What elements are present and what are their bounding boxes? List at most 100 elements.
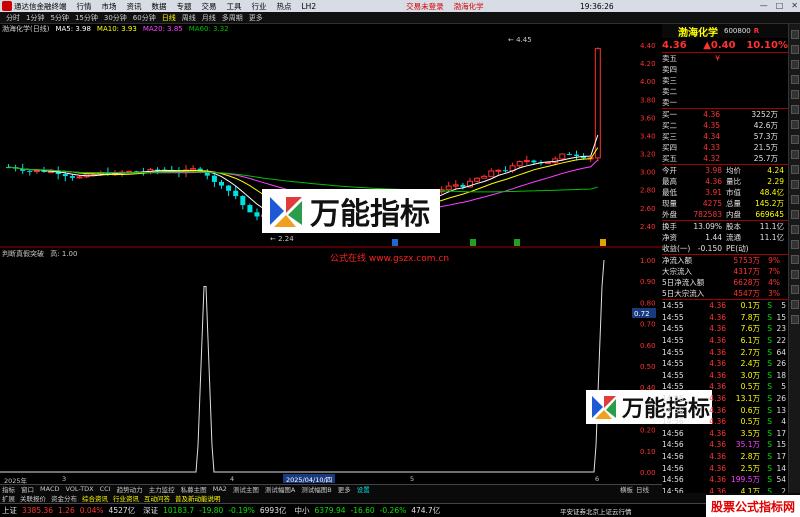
period-intraday[interactable]: 分时 <box>6 13 20 23</box>
menu-topics[interactable]: 专题 <box>177 1 192 12</box>
menu-quotes[interactable]: 行情 <box>77 1 92 12</box>
tick-row: 14:56 4.36 199.5万 S 54 <box>662 474 788 486</box>
side-tool-icon[interactable] <box>790 225 799 234</box>
period-more[interactable]: 更多 <box>249 13 263 23</box>
menu-industry[interactable]: 行业 <box>252 1 267 12</box>
minimize-icon[interactable]: — <box>760 1 768 10</box>
side-tool-icon[interactable] <box>790 75 799 84</box>
tick-count: 18 <box>776 370 786 380</box>
side-tool-icon[interactable] <box>790 255 799 264</box>
bid-price: 4.34 <box>703 132 720 141</box>
tick-price: 4.36 <box>709 336 726 346</box>
menu-market[interactable]: 市场 <box>102 1 117 12</box>
ask-row[interactable]: 卖四 <box>662 64 788 75</box>
stat-label: 市值 <box>726 188 741 197</box>
candle-body <box>495 169 502 172</box>
bid-row[interactable]: 买一 4.36 3252万 <box>662 109 788 120</box>
info-tab[interactable]: 资金分布 <box>51 493 77 503</box>
login-status[interactable]: 交易未登录 <box>406 1 444 12</box>
indicator-tab[interactable]: CCI <box>100 485 111 493</box>
bid-row[interactable]: 买四 4.33 21.5万 <box>662 142 788 153</box>
side-tool-icon[interactable] <box>790 120 799 129</box>
sh-index-pct: 0.04% <box>79 506 104 515</box>
tick-list[interactable]: 14:55 4.36 0.1万 S 5 14:55 4.36 7.8万 S 15 14:55 4.36… <box>662 299 788 517</box>
info-tab[interactable]: 行业资讯 <box>113 493 139 503</box>
zx-index-label[interactable]: 中小 <box>294 505 309 516</box>
info-tab[interactable]: 普及新动能说明 <box>175 493 221 503</box>
bid-row[interactable]: 买五 4.32 25.7万 <box>662 153 788 164</box>
ask-row[interactable]: 卖一 <box>662 97 788 108</box>
indicator-tab[interactable]: MACD <box>40 485 59 493</box>
stats2-row: 换手 13.09% 股本 11.1亿 <box>662 221 788 232</box>
ask-row[interactable]: 卖五 ¥ <box>662 53 788 64</box>
stat-value: 4275 <box>702 199 722 208</box>
info-tab[interactable]: 扩展 <box>2 493 15 503</box>
side-tool-icon[interactable] <box>790 195 799 204</box>
bid-label: 买一 <box>662 110 677 119</box>
tick-row: 14:55 4.36 0.5万 S 5 <box>662 381 788 393</box>
tick-count: 26 <box>776 359 786 369</box>
period-30min[interactable]: 30分钟 <box>104 13 127 23</box>
indicator-tab[interactable]: VOL-TDX <box>65 485 93 493</box>
period-5min[interactable]: 5分钟 <box>50 13 68 23</box>
close-icon[interactable]: ✕ <box>791 1 798 10</box>
side-tool-icon[interactable] <box>790 135 799 144</box>
tick-volume: 2.8万 <box>740 452 760 462</box>
indicator-tab[interactable]: MA2 <box>213 485 227 493</box>
period-daily[interactable]: 日线 <box>162 13 176 23</box>
side-tool-icon[interactable] <box>790 210 799 219</box>
event-markers <box>392 239 606 246</box>
ask-row[interactable]: 卖三 <box>662 75 788 86</box>
side-tool-icon[interactable] <box>790 300 799 309</box>
info-tab[interactable]: 关联报价 <box>20 493 46 503</box>
period-multi[interactable]: 多周期 <box>222 13 243 23</box>
side-tool-icon[interactable] <box>790 285 799 294</box>
flow-box: 净流入额 5753万 9% 大宗流入 4317万 7% 5日净流入额 6628万 4% 5日大宗流… <box>662 254 788 299</box>
side-tool-icon[interactable] <box>790 180 799 189</box>
period-1min[interactable]: 1分钟 <box>26 13 44 23</box>
menu-trade[interactable]: 交易 <box>202 1 217 12</box>
bid-row[interactable]: 买二 4.35 42.6万 <box>662 120 788 131</box>
event-marker <box>514 239 520 246</box>
indicator-tick: 0.20 <box>640 427 656 435</box>
side-tool-icon[interactable] <box>790 240 799 249</box>
period-monthly[interactable]: 月线 <box>202 13 216 23</box>
period-15min[interactable]: 15分钟 <box>75 13 98 23</box>
ask-label: 卖一 <box>662 98 677 107</box>
side-tool-icon[interactable] <box>790 60 799 69</box>
side-tool-icon[interactable] <box>790 90 799 99</box>
tick-volume: 199.5万 <box>731 475 760 485</box>
menu-hot[interactable]: 热点 <box>277 1 292 12</box>
tick-row: 14:56 4.36 0.6万 S 13 <box>662 404 788 416</box>
tick-time: 14:55 <box>662 382 684 392</box>
sh-index-label[interactable]: 上证 <box>2 505 17 516</box>
indicator-tabs: 指标 窗口 MACD VOL-TDX CCI 趋势动力 主力监控 私募主图 MA2 测试主图 测试幅… <box>0 484 637 494</box>
menu-tools[interactable]: 工具 <box>227 1 242 12</box>
chart-mode-tabs: 横板 日线 <box>620 484 662 494</box>
side-tool-icon[interactable] <box>790 45 799 54</box>
indicator-tick: 0.70 <box>640 321 656 329</box>
flow-label: 净流入额 <box>662 256 692 265</box>
maximize-icon[interactable]: □ <box>776 1 784 10</box>
side-tool-icon[interactable] <box>790 150 799 159</box>
side-tool-icon[interactable] <box>790 165 799 174</box>
candle-body <box>69 176 75 178</box>
bid-row[interactable]: 买三 4.34 57.3万 <box>662 131 788 142</box>
info-tab[interactable]: 综合资讯 <box>82 493 108 503</box>
sz-index-label[interactable]: 深证 <box>143 505 158 516</box>
info-tab[interactable]: 互动问答 <box>144 493 170 503</box>
period-weekly[interactable]: 周线 <box>182 13 196 23</box>
menu-data[interactable]: 数据 <box>152 1 167 12</box>
menu-news[interactable]: 资讯 <box>127 1 142 12</box>
side-toolbar[interactable] <box>788 24 800 494</box>
side-tool-icon[interactable] <box>790 270 799 279</box>
tick-row: 14:55 4.36 6.1万 S 22 <box>662 335 788 347</box>
ask-row[interactable]: 卖二 <box>662 86 788 97</box>
menu-lh2[interactable]: LH2 <box>302 2 317 11</box>
period-60min[interactable]: 60分钟 <box>133 13 156 23</box>
side-tool-icon[interactable] <box>790 315 799 324</box>
stat-label: 换手 <box>662 222 677 231</box>
side-tool-icon[interactable] <box>790 105 799 114</box>
side-tool-icon[interactable] <box>790 30 799 39</box>
tick-time: 14:55 <box>662 324 684 334</box>
